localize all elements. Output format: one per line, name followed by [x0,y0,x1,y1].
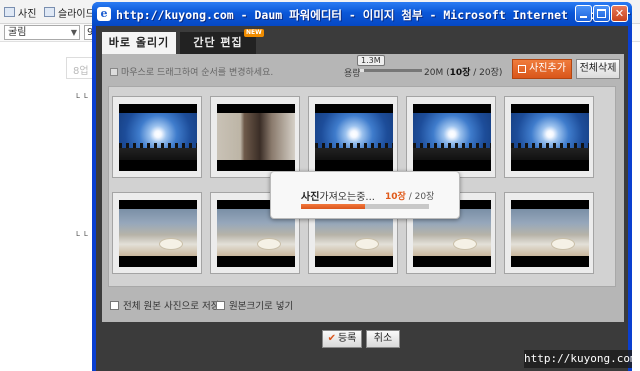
photo-image [217,104,295,171]
minimize-icon [580,16,587,18]
original-size-option[interactable]: 원본크기로 넣기 [216,298,293,312]
checkmark-icon: ✔ [327,333,336,344]
new-badge: NEW [244,29,264,37]
loading-progress-fill [301,204,365,209]
photo-thumbnail[interactable] [504,192,594,274]
photo-image [119,104,197,171]
save-original-option[interactable]: 전체 원본 사진으로 저장 [110,298,219,312]
photo-image [511,200,589,267]
photo-thumbnail[interactable] [210,96,300,178]
original-size-checkbox[interactable] [216,300,225,310]
title-bar[interactable]: e http://kuyong.com - Daum 파워에디터 - 이미지 첨… [92,2,632,26]
confirm-label: 등록 [337,333,357,344]
photo-thumbnail[interactable] [504,96,594,178]
photo-tool-button[interactable]: 사진 [4,5,37,20]
slide-tool-label: 슬라이드 [58,8,95,20]
hint-icon [110,67,118,76]
photo-image [119,200,197,267]
watermark: http://kuyong.com [524,350,637,368]
delete-all-label: 전체삭제 [579,63,617,74]
cancel-button[interactable]: 취소 [366,330,400,348]
delete-all-button[interactable]: 전체삭제 [576,59,620,79]
close-icon: ✕ [614,7,625,20]
photo-count-total: 20장 [479,68,499,78]
capacity-max: 20M (10장 / 20장) [424,68,503,78]
window-title: http://kuyong.com - Daum 파워에디터 - 이미지 첨부 … [116,8,631,22]
drag-hint: 마우스로 드래그하여 순서를 변경하세요. [110,65,273,78]
minimize-button[interactable] [575,5,592,22]
slide-tool-button[interactable]: 슬라이드 [44,5,95,20]
save-original-checkbox[interactable] [110,300,119,310]
photo-thumbnail[interactable] [112,192,202,274]
photo-icon [4,7,15,17]
loading-message: 사진가져오는중... [301,188,375,203]
maximize-button[interactable] [593,5,610,22]
photo-thumbnail[interactable] [112,96,202,178]
capacity-bar-fill [360,69,365,72]
tab-label: 간단 편집 [193,36,243,49]
font-select-value: 굴림 [8,27,27,38]
loading-dialog: 사진가져오는중... 10장 / 20장 [270,171,460,219]
capacity-label: 용량 [344,69,361,79]
add-photo-icon [518,65,527,73]
photo-thumbnail[interactable] [406,96,496,178]
photo-image [315,104,393,171]
font-select[interactable]: 굴림 ▼ [4,25,80,40]
loading-count: 10장 / 20장 [385,189,434,202]
original-size-label: 원본크기로 넣기 [229,301,294,312]
capacity-bar [360,69,422,72]
cancel-label: 취소 [373,333,393,344]
photo-thumbnail[interactable] [308,96,398,178]
chevron-down-icon: ▼ [70,28,77,37]
confirm-button[interactable]: ✔ 등록 [322,330,362,348]
loading-total: 20장 [414,192,435,202]
loading-current: 10장 [385,192,406,202]
drag-hint-text: 마우스로 드래그하여 순서를 변경하세요. [121,68,274,78]
photo-image [511,104,589,171]
add-photo-label: 사진추가 [529,63,566,74]
photo-count-current: 10장 [449,68,471,78]
loading-progress-bar [301,204,429,209]
tab-label: 바로 올리기 [108,36,170,49]
loading-message-bold: 사진 [301,192,320,203]
add-photo-button[interactable]: 사진추가 [512,59,572,79]
save-original-label: 전체 원본 사진으로 저장 [123,301,220,312]
close-button[interactable]: ✕ [611,5,628,22]
photo-tool-label: 사진 [18,8,37,20]
capacity-max-value: 20M [424,68,444,78]
ie-logo-icon: e [97,7,111,21]
slide-icon [44,7,55,17]
loading-message-rest: 가져오는중... [319,192,375,203]
tab-direct-upload[interactable]: 바로 올리기 [102,32,176,54]
photo-image [413,104,491,171]
loading-separator: / [408,192,412,202]
maximize-icon [597,9,606,18]
capacity-used-tooltip: 1.3M [357,55,385,66]
